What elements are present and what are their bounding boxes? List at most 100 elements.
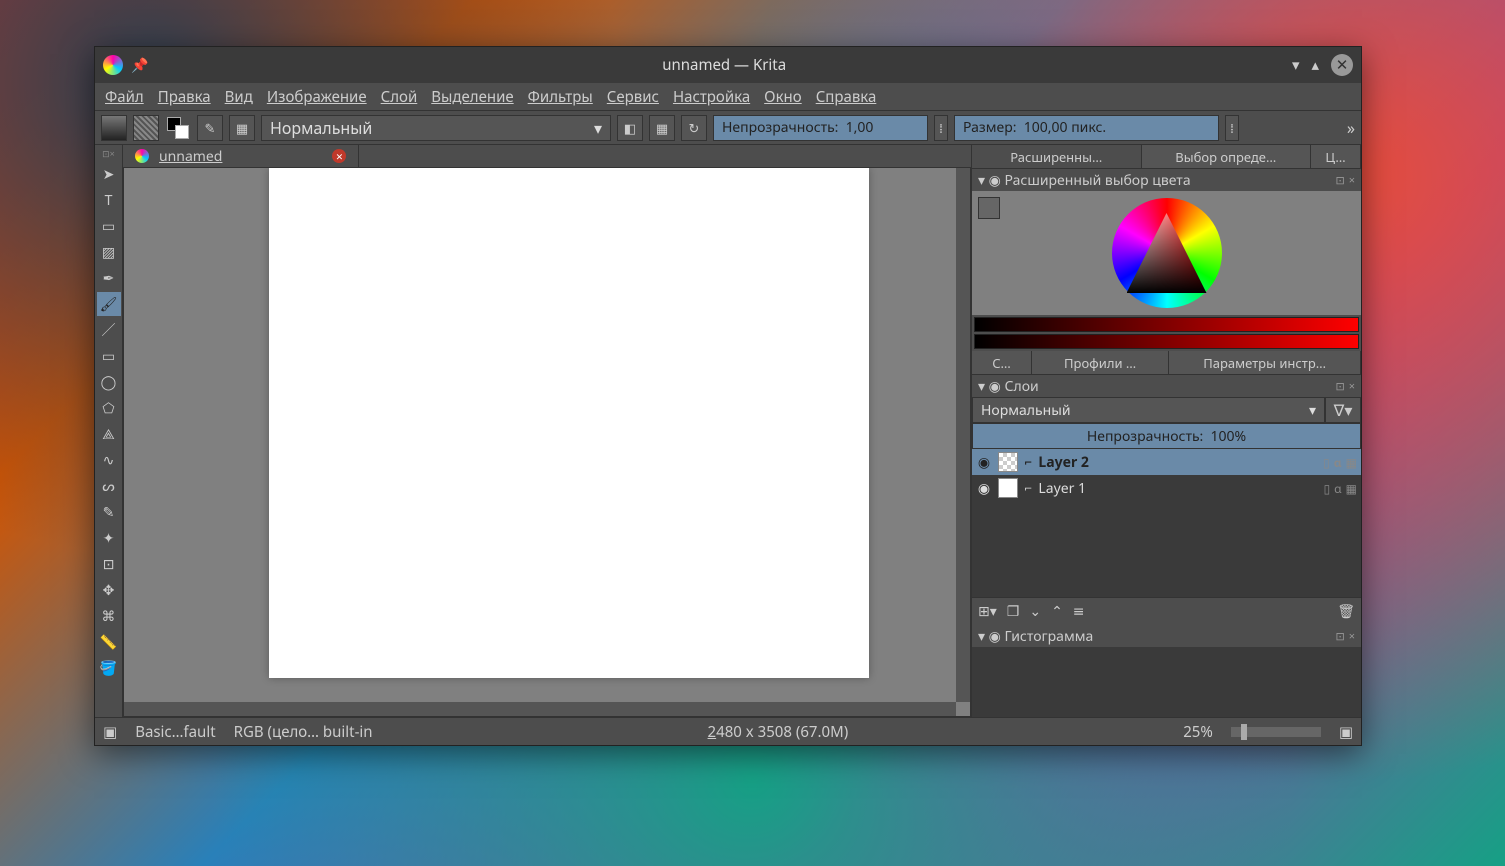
scrollbar-vertical[interactable]	[956, 168, 970, 702]
zoom-fit-button[interactable]: ▣	[1339, 722, 1353, 742]
color-slider-2[interactable]	[974, 334, 1359, 349]
brush-preset-button[interactable]: ✎	[197, 115, 223, 141]
menu-select[interactable]: Выделение	[431, 87, 513, 107]
float-icon[interactable]: ⊡	[1335, 629, 1344, 644]
tab-tool-options[interactable]: Параметры инстр…	[1169, 351, 1361, 374]
size-slider[interactable]: Размер: 100,00 пикс.	[954, 115, 1219, 141]
tab-close-button[interactable]: ✕	[332, 149, 346, 163]
minimize-button[interactable]: ▾	[1292, 55, 1300, 75]
menu-help[interactable]: Справка	[816, 87, 877, 107]
canvas-viewport[interactable]	[123, 167, 971, 717]
tool-edit-shapes[interactable]: ▭	[97, 214, 121, 238]
tool-bezier[interactable]: ∿	[97, 448, 121, 472]
menu-filters[interactable]: Фильтры	[528, 87, 593, 107]
visibility-icon[interactable]: ◉	[976, 479, 992, 498]
layer-blend-combo[interactable]: Нормальный ▾	[972, 397, 1325, 423]
tab-color-small[interactable]: Ц…	[1311, 145, 1361, 168]
close-icon[interactable]: ×	[1349, 173, 1355, 188]
props-icon[interactable]: ▦	[1346, 454, 1357, 471]
brush-settings-button[interactable]: ▦	[229, 115, 255, 141]
tool-transform[interactable]: ✥	[97, 578, 121, 602]
menu-view[interactable]: Вид	[225, 87, 253, 107]
layer-opacity-slider[interactable]: Непрозрачность: 100%	[972, 423, 1361, 449]
tool-multibrush[interactable]: ✦	[97, 526, 121, 550]
tool-ellipse[interactable]: ◯	[97, 370, 121, 394]
lock-icon[interactable]: ▯	[1324, 480, 1331, 497]
tool-calligraphy[interactable]: ✒	[97, 266, 121, 290]
tool-text[interactable]: T	[97, 188, 121, 212]
tab-specific-color[interactable]: Выбор опреде…	[1142, 145, 1312, 168]
status-colorspace[interactable]: RGB (цело… built-in	[234, 722, 373, 742]
tool-crop[interactable]: ⊡	[97, 552, 121, 576]
tool-move[interactable]: ➤	[97, 162, 121, 186]
tool-deform[interactable]: ⌘	[97, 604, 121, 628]
layer-name[interactable]: Layer 1	[1038, 479, 1086, 498]
tool-rectangle[interactable]: ▭	[97, 344, 121, 368]
layer-name[interactable]: Layer 2	[1038, 453, 1088, 472]
props-icon[interactable]: ▦	[1346, 480, 1357, 497]
color-slider-1[interactable]	[974, 317, 1359, 332]
color-picker-header[interactable]: ▾ ◉ Расширенный выбор цвета ⊡×	[972, 169, 1361, 191]
alpha-lock-toggle[interactable]: ▦	[649, 115, 675, 141]
layer-row[interactable]: ◉ ⌐ Layer 2 ▯α▦	[972, 449, 1361, 475]
size-spinner[interactable]: ⁞	[1225, 115, 1239, 141]
color-triangle[interactable]	[1127, 213, 1207, 293]
delete-layer-button[interactable]: 🗑	[1337, 602, 1355, 621]
layer-row[interactable]: ◉ ⌐ Layer 1 ▯α▦	[972, 475, 1361, 501]
tool-dyna[interactable]: ✎	[97, 500, 121, 524]
add-layer-button[interactable]: ⊞▾	[978, 602, 997, 621]
tool-fill[interactable]: 🪣	[97, 656, 121, 680]
color-swatch[interactable]	[165, 115, 191, 141]
menu-edit[interactable]: Правка	[158, 87, 211, 107]
status-zoom[interactable]: 25%	[1183, 722, 1213, 742]
reload-preset-button[interactable]: ↻	[681, 115, 707, 141]
opacity-spinner[interactable]: ⁞	[934, 115, 948, 141]
color-wheel[interactable]	[1112, 198, 1222, 308]
tool-polyline[interactable]: ⟁	[97, 422, 121, 446]
close-button[interactable]: ✕	[1331, 54, 1353, 76]
canvas-page[interactable]	[269, 168, 869, 678]
menu-file[interactable]: Файл	[105, 87, 144, 107]
status-preset[interactable]: Basic…fault	[135, 722, 215, 742]
zoom-slider[interactable]	[1231, 727, 1321, 737]
toolbar-overflow-icon[interactable]: »	[1347, 117, 1355, 139]
pin-icon[interactable]: 📌	[131, 56, 148, 75]
menu-tools[interactable]: Сервис	[607, 87, 659, 107]
toolbox-header[interactable]: ⊡×	[102, 147, 115, 161]
tab-advanced-color[interactable]: Расширенны…	[972, 145, 1142, 168]
close-icon[interactable]: ×	[1349, 629, 1355, 644]
duplicate-layer-button[interactable]: ❐	[1007, 602, 1020, 621]
tool-line[interactable]: ／	[97, 318, 121, 342]
histogram-header[interactable]: ▾ ◉ Гистограмма ⊡×	[972, 625, 1361, 647]
tab-layers-short[interactable]: С…	[972, 351, 1032, 374]
selection-mode-icon[interactable]: ▣	[103, 722, 117, 742]
maximize-button[interactable]: ▴	[1311, 55, 1319, 75]
gradient-preset-button[interactable]	[101, 115, 127, 141]
tool-pattern-edit[interactable]: ▨	[97, 240, 121, 264]
eraser-toggle[interactable]: ◧	[617, 115, 643, 141]
visibility-icon[interactable]: ◉	[976, 453, 992, 472]
tool-measure[interactable]: 📏	[97, 630, 121, 654]
close-icon[interactable]: ×	[1349, 379, 1355, 394]
scrollbar-horizontal[interactable]	[124, 702, 956, 716]
tool-freehand-brush[interactable]: 🖌	[97, 292, 121, 316]
menu-settings[interactable]: Настройка	[673, 87, 750, 107]
move-down-button[interactable]: ⌄	[1029, 602, 1041, 621]
document-tab[interactable]: unnamed ✕	[123, 145, 359, 167]
float-icon[interactable]: ⊡	[1335, 173, 1344, 188]
alpha-icon[interactable]: α	[1334, 480, 1341, 497]
lock-icon[interactable]: ▯	[1323, 454, 1330, 471]
menu-layer[interactable]: Слой	[381, 87, 418, 107]
tab-profiles[interactable]: Профили …	[1032, 351, 1169, 374]
tool-polygon[interactable]: ⬠	[97, 396, 121, 420]
move-up-button[interactable]: ⌃	[1051, 602, 1063, 621]
titlebar[interactable]: 📌 unnamed — Krita ▾ ▴ ✕	[95, 47, 1361, 83]
color-history-button[interactable]	[978, 197, 1000, 219]
alpha-icon[interactable]: α	[1334, 454, 1342, 471]
layer-filter-button[interactable]: ∇▾	[1325, 397, 1361, 423]
blend-mode-combo[interactable]: Нормальный ▾	[261, 115, 611, 141]
pattern-preset-button[interactable]	[133, 115, 159, 141]
color-wheel-area[interactable]	[972, 191, 1361, 315]
opacity-slider[interactable]: Непрозрачность: 1,00	[713, 115, 928, 141]
layers-header[interactable]: ▾ ◉ Слои ⊡×	[972, 375, 1361, 397]
